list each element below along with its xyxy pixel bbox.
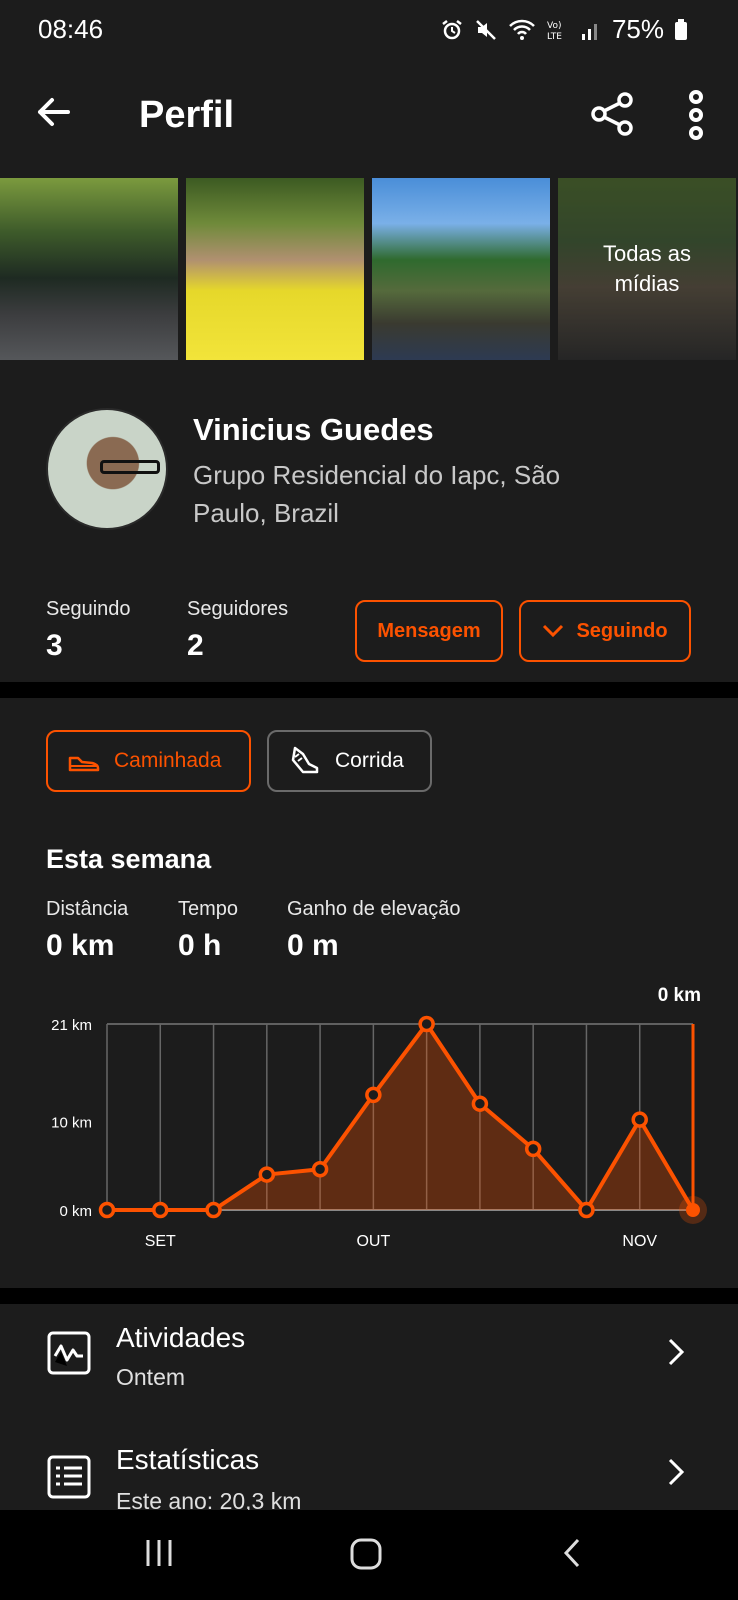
time-label: Tempo — [178, 898, 239, 920]
status-bar: 08:46 Vo) LTE 75% — [0, 0, 738, 60]
battery-icon — [675, 18, 687, 40]
filter-chip-label: Corrida — [335, 749, 404, 772]
chart-y-tick-label: 0 km — [59, 1203, 92, 1220]
list-item-subtitle: Este ano: 20,3 km — [116, 1488, 302, 1510]
signal-icon — [581, 23, 597, 40]
chart-x-tick-label: NOV — [622, 1233, 657, 1250]
filter-chip-corrida[interactable]: Corrida — [267, 730, 432, 792]
svg-text:Vo): Vo) — [547, 21, 561, 31]
recents-icon[interactable] — [142, 1536, 176, 1570]
activity-chart-icon — [47, 1331, 91, 1375]
chevron-right-icon — [668, 1338, 685, 1366]
chart-current-point — [686, 1203, 700, 1217]
chart-point — [578, 1201, 595, 1219]
followers-stat[interactable]: Seguidores 2 — [187, 598, 288, 663]
chart-point — [98, 1201, 116, 1219]
following-stat[interactable]: Seguindo 3 — [46, 598, 131, 663]
home-icon[interactable] — [348, 1536, 384, 1572]
status-icons: Vo) LTE 75% — [440, 14, 688, 45]
elevation-value: 0 m — [287, 929, 339, 962]
volte-icon: Vo)LTE — [547, 21, 562, 42]
section-divider — [0, 1288, 738, 1304]
alarm-icon — [442, 19, 462, 39]
media-thumbnail[interactable] — [372, 178, 550, 360]
following-label: Seguindo — [46, 598, 131, 620]
shoe-icon — [68, 756, 100, 772]
chart-point — [524, 1140, 542, 1158]
all-media-label: Todas as mídias — [558, 178, 736, 360]
stats-list-icon — [47, 1455, 91, 1499]
following-button-label: Seguindo — [576, 619, 668, 642]
svg-text:LTE: LTE — [547, 32, 562, 42]
following-button[interactable]: Seguindo — [519, 600, 691, 662]
chart-point — [152, 1201, 169, 1219]
chevron-right-icon — [668, 1458, 685, 1486]
elevation-stat: Ganho de elevação 0 m — [287, 898, 460, 963]
running-shoe-icon — [291, 746, 319, 774]
list-item-title: Atividades — [116, 1322, 246, 1353]
chart-y-tick-label: 21 km — [51, 1017, 92, 1034]
status-time: 08:46 — [38, 14, 104, 44]
following-count: 3 — [46, 629, 63, 662]
weekly-distance-chart[interactable]: 21 km 10 km 0 km SET OUT NOV 0 km — [0, 974, 738, 1274]
chart-y-tick-label: 10 km — [51, 1114, 92, 1131]
list-item-atividades[interactable]: Atividades Ontem — [0, 1304, 738, 1414]
avatar[interactable] — [46, 408, 168, 530]
filter-chip-caminhada[interactable]: Caminhada — [46, 730, 251, 792]
activity-section: Caminhada Corrida Esta semana Distância … — [0, 698, 738, 1288]
share-icon[interactable] — [588, 90, 636, 138]
chart-point — [631, 1111, 648, 1128]
filter-chip-label: Caminhada — [114, 749, 222, 772]
mute-icon — [476, 19, 496, 40]
wifi-icon — [509, 19, 535, 40]
message-button-label: Mensagem — [377, 619, 481, 642]
page-title: Perfil — [139, 94, 235, 136]
time-value: 0 h — [178, 929, 222, 962]
profile-name: Vinicius Guedes — [193, 412, 434, 447]
list-item-estatisticas[interactable]: Estatísticas Este ano: 20,3 km — [0, 1426, 738, 1510]
app-bar: Perfil — [0, 60, 738, 176]
profile-links-list: Atividades Ontem Estatísticas Este ano: … — [0, 1304, 738, 1510]
week-title: Esta semana — [46, 844, 212, 874]
back-arrow-icon[interactable] — [32, 90, 76, 134]
back-icon[interactable] — [560, 1536, 584, 1570]
more-vertical-icon[interactable] — [682, 90, 710, 140]
chart-point — [205, 1201, 222, 1219]
followers-count: 2 — [187, 629, 204, 662]
profile-location: Grupo Residencial do Iapc, São Paulo, Br… — [193, 460, 561, 528]
distance-stat: Distância 0 km — [46, 898, 128, 963]
time-stat: Tempo 0 h — [178, 898, 238, 963]
chart-point — [258, 1166, 276, 1183]
chart-point — [418, 1015, 435, 1033]
chart-current-value-label: 0 km — [658, 985, 701, 1006]
media-thumbnail[interactable] — [186, 178, 364, 360]
chart-point — [471, 1095, 489, 1112]
profile-section: Vinicius Guedes Grupo Residencial do Iap… — [0, 360, 738, 682]
media-thumbnail[interactable] — [0, 178, 178, 360]
list-item-title: Estatísticas — [116, 1444, 260, 1475]
chart-point — [311, 1161, 329, 1178]
section-divider — [0, 682, 738, 698]
system-nav-bar — [0, 1510, 738, 1600]
distance-label: Distância — [46, 898, 129, 920]
followers-label: Seguidores — [187, 598, 289, 620]
chart-x-tick-label: SET — [145, 1233, 176, 1250]
chart-point — [365, 1086, 382, 1104]
elevation-label: Ganho de elevação — [287, 898, 461, 920]
chevron-down-icon — [543, 624, 564, 638]
chart-x-tick-label: OUT — [356, 1233, 390, 1250]
avatar-glasses — [100, 460, 160, 474]
media-strip: Todas as mídias — [0, 178, 738, 360]
battery-level: 75% — [611, 14, 664, 44]
all-media-tile[interactable]: Todas as mídias — [558, 178, 736, 360]
distance-value: 0 km — [46, 929, 115, 962]
message-button[interactable]: Mensagem — [355, 600, 503, 662]
list-item-subtitle: Ontem — [116, 1364, 186, 1390]
